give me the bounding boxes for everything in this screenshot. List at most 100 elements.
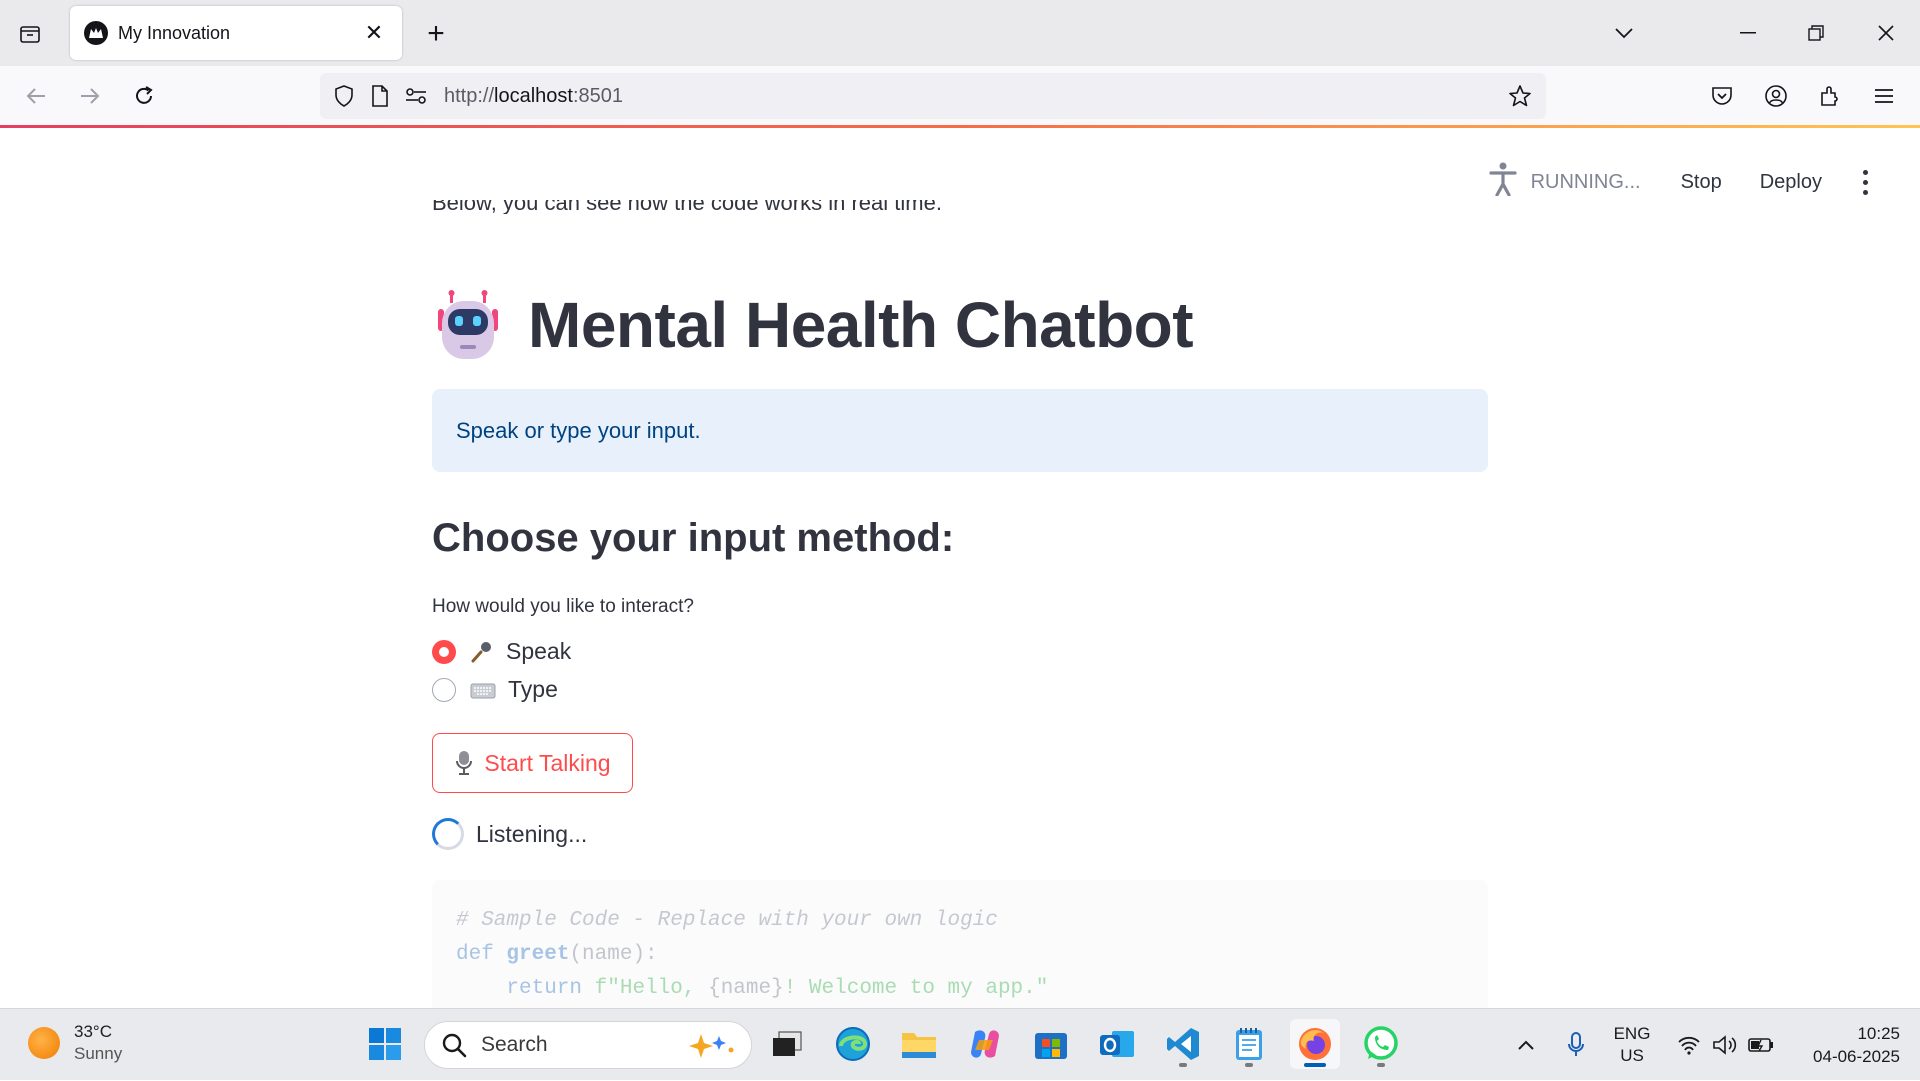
code-function-name: greet xyxy=(506,943,570,966)
restore-icon[interactable] xyxy=(1796,16,1836,50)
clock-time: 10:25 xyxy=(1857,1024,1900,1043)
microphone-icon[interactable] xyxy=(1558,1009,1594,1081)
url-bar[interactable]: http://localhost:8501 xyxy=(320,73,1546,119)
start-talking-button[interactable]: Start Talking xyxy=(432,733,633,793)
radio-option-type[interactable]: Type xyxy=(432,676,558,703)
running-indicator xyxy=(1245,1063,1253,1067)
permissions-icon[interactable] xyxy=(398,78,434,114)
browser-tab-bar: My Innovation ✕ + xyxy=(0,0,1920,66)
sparkle-icon xyxy=(689,1034,734,1058)
radio-selected-indicator[interactable] xyxy=(432,639,456,664)
code-comment: # Sample Code - Replace with your own lo… xyxy=(456,909,998,932)
reload-icon[interactable] xyxy=(126,78,162,114)
microsoft-store-icon[interactable] xyxy=(1026,1019,1076,1069)
windows-start-icon[interactable] xyxy=(360,1019,410,1069)
more-options-icon[interactable] xyxy=(1850,169,1880,195)
page-title: Mental Health Chatbot xyxy=(528,289,1194,361)
start-talking-label: Start Talking xyxy=(484,749,611,776)
active-window-indicator xyxy=(1304,1063,1326,1067)
language-code: ENG xyxy=(1613,1024,1651,1043)
language-indicator[interactable]: ENG US xyxy=(1604,1009,1660,1081)
copilot-icon[interactable] xyxy=(960,1019,1010,1069)
running-status: RUNNING... xyxy=(1488,162,1641,202)
new-tab-icon[interactable]: + xyxy=(420,17,452,50)
running-indicator xyxy=(1377,1063,1385,1067)
input-method-subheader: Choose your input method: xyxy=(432,516,955,560)
running-person-icon xyxy=(1488,162,1517,202)
region-code: US xyxy=(1620,1046,1644,1065)
url-scheme: http:// xyxy=(444,84,495,107)
code-variable: name xyxy=(720,977,772,1000)
close-window-icon[interactable] xyxy=(1866,16,1906,50)
back-arrow-icon[interactable] xyxy=(18,78,54,114)
weather-widget[interactable]: 33°C Sunny xyxy=(28,1021,122,1065)
code-params: (name): xyxy=(569,943,658,966)
chevron-down-icon[interactable] xyxy=(1604,16,1644,50)
file-explorer-icon[interactable] xyxy=(894,1019,944,1069)
firefox-icon[interactable] xyxy=(1290,1019,1340,1069)
running-indicator xyxy=(1179,1063,1187,1067)
deploy-button[interactable]: Deploy xyxy=(1760,171,1822,194)
browser-tab[interactable]: My Innovation ✕ xyxy=(70,6,402,60)
status-text: RUNNING... xyxy=(1530,170,1641,193)
streamlit-favicon-icon xyxy=(84,21,108,45)
whatsapp-icon[interactable] xyxy=(1356,1019,1406,1069)
info-alert: Speak or type your input. xyxy=(432,389,1488,472)
url-text[interactable]: http://localhost:8501 xyxy=(444,85,623,108)
radio-option-label: Type xyxy=(508,676,558,702)
radio-option-speak[interactable]: Speak xyxy=(432,638,571,665)
task-view-icon[interactable] xyxy=(762,1019,812,1069)
streamlit-app: RUNNING... Stop Deploy Below, you can se… xyxy=(0,128,1920,1008)
page-icon[interactable] xyxy=(362,78,398,114)
scrolled-paragraph: Below, you can see how the code works in… xyxy=(432,200,942,214)
tab-list-icon[interactable] xyxy=(14,18,46,50)
info-text: Speak or type your input. xyxy=(456,417,701,443)
studio-microphone-icon xyxy=(454,750,474,776)
temperature: 33°C xyxy=(74,1022,112,1041)
wifi-icon[interactable] xyxy=(1672,1009,1706,1081)
code-block: # Sample Code - Replace with your own lo… xyxy=(432,880,1488,1008)
hamburger-menu-icon[interactable] xyxy=(1866,78,1902,114)
streamlit-header: RUNNING... Stop Deploy xyxy=(1400,128,1920,236)
shield-icon[interactable] xyxy=(326,78,362,114)
url-port: :8501 xyxy=(572,84,624,107)
close-tab-icon[interactable]: ✕ xyxy=(360,19,388,47)
stop-button[interactable]: Stop xyxy=(1681,171,1722,194)
title-row: Mental Health Chatbot xyxy=(432,288,1194,362)
code-line-def: def greet(name): xyxy=(456,938,1464,972)
tab-title: My Innovation xyxy=(118,22,231,43)
bookmark-star-icon[interactable] xyxy=(1502,78,1538,114)
clock-text: 10:25 04-06-2025 xyxy=(1813,1022,1900,1068)
loading-spinner-icon xyxy=(432,818,464,850)
extensions-icon[interactable] xyxy=(1812,78,1848,114)
edge-browser-icon[interactable] xyxy=(828,1019,878,1069)
pocket-icon[interactable] xyxy=(1704,78,1740,114)
spinner-text: Listening... xyxy=(476,820,588,847)
minimize-icon[interactable] xyxy=(1728,16,1768,50)
weather-condition: Sunny xyxy=(74,1044,123,1063)
volume-icon[interactable] xyxy=(1708,1009,1742,1081)
vscode-icon[interactable] xyxy=(1158,1019,1208,1069)
taskbar-search[interactable]: Search xyxy=(424,1021,752,1069)
code-keyword: def xyxy=(456,943,494,966)
clock-date: 04-06-2025 xyxy=(1813,1047,1900,1066)
language-text: ENG US xyxy=(1614,1023,1651,1067)
forward-arrow-icon[interactable] xyxy=(72,78,108,114)
code-keyword: return xyxy=(506,977,583,1000)
radio-option-label: Speak xyxy=(506,638,572,664)
url-host: localhost xyxy=(494,84,573,107)
clock[interactable]: 10:25 04-06-2025 xyxy=(1790,1009,1900,1081)
account-icon[interactable] xyxy=(1758,78,1794,114)
battery-icon[interactable] xyxy=(1744,1009,1778,1081)
browser-nav-bar: http://localhost:8501 xyxy=(0,66,1920,126)
search-placeholder: Search xyxy=(481,1033,548,1056)
code-brace: } xyxy=(771,977,784,1000)
show-hidden-icons-chevron-icon[interactable] xyxy=(1508,1009,1544,1081)
keyboard-emoji-icon xyxy=(470,680,496,700)
code-string: f"Hello, xyxy=(594,977,709,1000)
radio-unselected-indicator[interactable] xyxy=(432,677,456,702)
outlook-icon[interactable] xyxy=(1092,1019,1142,1069)
notepad-icon[interactable] xyxy=(1224,1019,1274,1069)
search-icon xyxy=(442,1033,467,1058)
radio-group-label: How would you like to interact? xyxy=(432,596,694,617)
